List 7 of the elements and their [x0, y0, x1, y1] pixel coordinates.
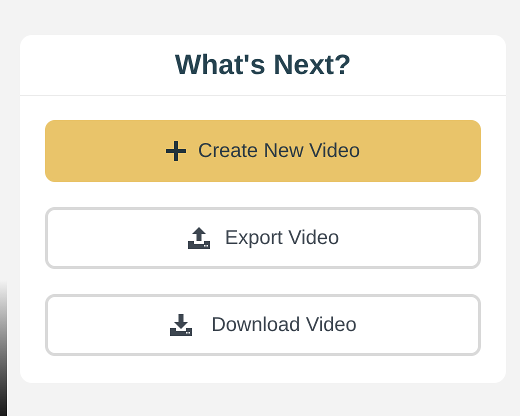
action-button[interactable]: Export Video	[45, 207, 481, 269]
upload-icon	[186, 226, 211, 250]
plus-icon	[166, 141, 186, 161]
create-button[interactable]: Create New Video	[45, 120, 481, 182]
card-title: What's Next?	[174, 48, 352, 82]
download-icon	[169, 313, 194, 337]
action-button[interactable]: Download Video	[45, 294, 481, 356]
